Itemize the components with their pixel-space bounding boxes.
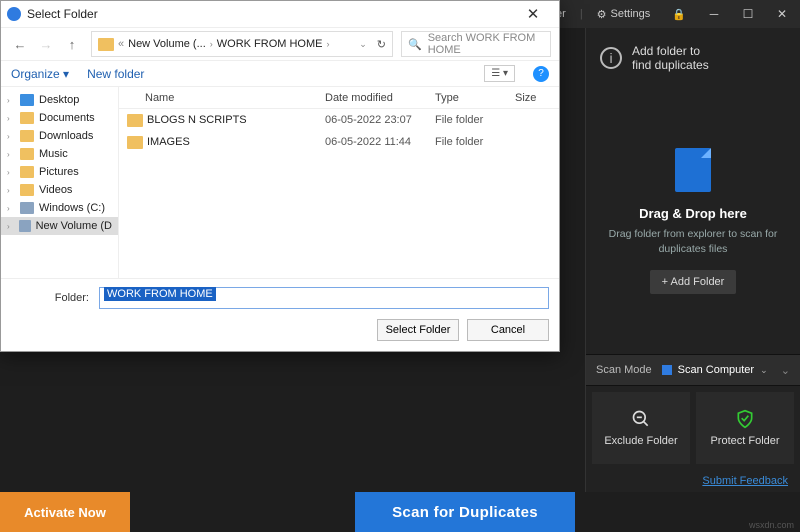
refresh-button[interactable]: ↻ [377, 38, 386, 51]
add-folder-button[interactable]: + Add Folder [650, 270, 737, 294]
tree-node[interactable]: ›Videos [1, 181, 118, 199]
dialog-toolbar: Organize ▾ New folder ☰ ▾ ? [1, 61, 559, 87]
computer-icon [662, 365, 672, 375]
search-input[interactable]: 🔍 Search WORK FROM HOME [401, 31, 551, 57]
exclude-label: Exclude Folder [604, 435, 677, 447]
search-icon: 🔍 [408, 38, 422, 51]
folder-icon [127, 136, 143, 149]
help-button[interactable]: ? [533, 66, 549, 82]
dialog-title-bar: Select Folder ✕ [1, 1, 559, 27]
dialog-bottom: Folder: WORK FROM HOME Select Folder Can… [1, 278, 559, 351]
tree-node[interactable]: ›New Volume (D [1, 217, 118, 235]
folder-field-label: Folder: [11, 292, 89, 304]
folder-icon [98, 38, 114, 51]
protect-label: Protect Folder [710, 435, 779, 447]
drop-zone[interactable]: Drag & Drop here Drag folder from explor… [586, 88, 800, 354]
col-type[interactable]: Type [435, 92, 515, 104]
scan-mode-value: Scan Computer [678, 364, 754, 376]
nav-forward-button[interactable]: → [35, 37, 57, 52]
minimize-button[interactable]: ─ [700, 7, 728, 21]
drop-title: Drag & Drop here [639, 206, 747, 221]
settings-label: Settings [611, 8, 651, 20]
scan-mode-bar: Scan Mode Scan Computer ⌄ ⌄ [586, 354, 800, 386]
settings-button[interactable]: ⚙ Settings [589, 0, 659, 28]
folder-tree[interactable]: ›Desktop›Documents›Downloads›Music›Pictu… [1, 87, 119, 278]
tree-node[interactable]: ›Pictures [1, 163, 118, 181]
document-icon [675, 148, 711, 192]
maximize-button[interactable]: ☐ [734, 7, 762, 21]
feedback-row: Submit Feedback [586, 470, 800, 492]
app-side-panel: i Add folder to find duplicates Drag & D… [585, 28, 800, 492]
scan-mode-label: Scan Mode [586, 364, 662, 376]
hint-line2: find duplicates [632, 58, 709, 72]
organize-menu[interactable]: Organize ▾ [11, 67, 69, 81]
folder-name-value: WORK FROM HOME [104, 287, 216, 301]
search-placeholder: Search WORK FROM HOME [428, 32, 544, 56]
magnify-minus-icon [631, 409, 651, 429]
crumb-2[interactable]: WORK FROM HOME [217, 38, 323, 50]
tree-node[interactable]: ›Windows (C:) [1, 199, 118, 217]
lock-icon[interactable]: 🔒 [664, 0, 694, 28]
submit-feedback-link[interactable]: Submit Feedback [702, 475, 788, 487]
nav-back-button[interactable]: ← [9, 37, 31, 52]
crumb-1[interactable]: New Volume (... [128, 38, 206, 50]
select-folder-dialog: Select Folder ✕ ← → ↑ « New Volume (... … [0, 0, 560, 352]
dialog-close-button[interactable]: ✕ [513, 5, 553, 23]
app-footer: Activate Now Scan for Duplicates [0, 492, 800, 532]
crumb-dropdown-icon[interactable]: ⌄ [359, 39, 367, 50]
protect-folder-button[interactable]: Protect Folder [696, 392, 794, 464]
app-icon [7, 7, 21, 21]
file-list: Name Date modified Type Size BLOGS N SCR… [119, 87, 559, 278]
dialog-title: Select Folder [27, 7, 513, 21]
file-row[interactable]: BLOGS N SCRIPTS06-05-2022 23:07File fold… [119, 109, 559, 131]
drop-subtitle: Drag folder from explorer to scan for du… [596, 227, 790, 256]
scan-mode-expand-button[interactable]: ⌄ [771, 364, 800, 377]
watermark: wsxdn.com [749, 520, 794, 530]
file-row[interactable]: IMAGES06-05-2022 11:44File folder [119, 131, 559, 153]
tree-node[interactable]: ›Downloads [1, 127, 118, 145]
nav-up-button[interactable]: ↑ [61, 37, 83, 52]
file-header[interactable]: Name Date modified Type Size [119, 87, 559, 109]
info-icon: i [600, 47, 622, 69]
select-folder-button[interactable]: Select Folder [377, 319, 459, 341]
scan-for-duplicates-button[interactable]: Scan for Duplicates [355, 492, 575, 532]
exclude-folder-button[interactable]: Exclude Folder [592, 392, 690, 464]
shield-check-icon [735, 409, 755, 429]
hint-line1: Add folder to [632, 44, 709, 58]
activate-now-button[interactable]: Activate Now [0, 492, 130, 532]
folder-name-input[interactable]: WORK FROM HOME [99, 287, 549, 309]
tree-node[interactable]: ›Documents [1, 109, 118, 127]
breadcrumb[interactable]: « New Volume (... › WORK FROM HOME › ⌄ ↻ [91, 31, 393, 57]
tree-node[interactable]: ›Desktop [1, 91, 118, 109]
view-menu[interactable]: ☰ ▾ [484, 65, 515, 82]
tree-node[interactable]: ›Music [1, 145, 118, 163]
new-folder-button[interactable]: New folder [87, 67, 144, 81]
scan-mode-select[interactable]: Scan Computer ⌄ [662, 364, 771, 376]
col-size[interactable]: Size [515, 92, 555, 104]
col-name[interactable]: Name [145, 92, 325, 104]
dialog-nav-bar: ← → ↑ « New Volume (... › WORK FROM HOME… [1, 27, 559, 61]
folder-icon [127, 114, 143, 127]
col-date[interactable]: Date modified [325, 92, 435, 104]
close-button[interactable]: ✕ [768, 7, 796, 21]
cancel-button[interactable]: Cancel [467, 319, 549, 341]
add-folder-hint: i Add folder to find duplicates [586, 28, 800, 88]
